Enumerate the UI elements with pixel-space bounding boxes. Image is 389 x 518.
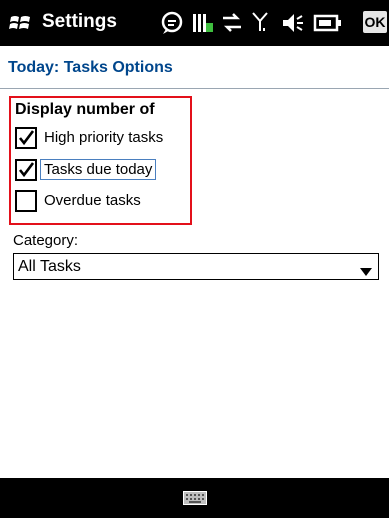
display-number-heading: Display number of [15, 101, 155, 118]
tasks-due-today-checkbox[interactable] [15, 159, 37, 181]
high-priority-tasks-checkbox-row[interactable]: High priority tasks [15, 127, 187, 151]
battery-icon [313, 9, 343, 37]
data-connection-icon [220, 9, 244, 37]
overdue-tasks-checkbox[interactable] [15, 190, 37, 212]
high-priority-tasks-label: High priority tasks [44, 129, 164, 146]
windows-start-icon[interactable] [9, 12, 33, 34]
ok-button[interactable]: OK [363, 11, 387, 33]
window-title: Settings [42, 11, 117, 32]
high-priority-tasks-checkbox[interactable] [15, 127, 37, 149]
title-bar: Settings OK [0, 0, 389, 46]
category-dropdown[interactable]: All Tasks [13, 253, 379, 280]
keyboard-icon[interactable] [183, 491, 207, 510]
page-title: Today: Tasks Options [8, 59, 173, 76]
overdue-tasks-label: Overdue tasks [44, 192, 141, 209]
dropdown-arrow-icon[interactable] [360, 263, 372, 281]
volume-icon[interactable] [280, 9, 304, 37]
notification-icon[interactable] [160, 9, 186, 37]
battery-signal-icon [192, 9, 214, 37]
bottom-bar [0, 478, 389, 518]
category-label: Category: [13, 232, 79, 249]
category-selected-value: All Tasks [18, 258, 81, 275]
tasks-due-today-checkbox-row[interactable]: Tasks due today [15, 159, 187, 183]
tasks-due-today-label: Tasks due today [40, 159, 157, 180]
page-header: Today: Tasks Options [0, 46, 389, 89]
signal-strength-icon [251, 9, 269, 37]
overdue-tasks-checkbox-row[interactable]: Overdue tasks [15, 190, 187, 214]
